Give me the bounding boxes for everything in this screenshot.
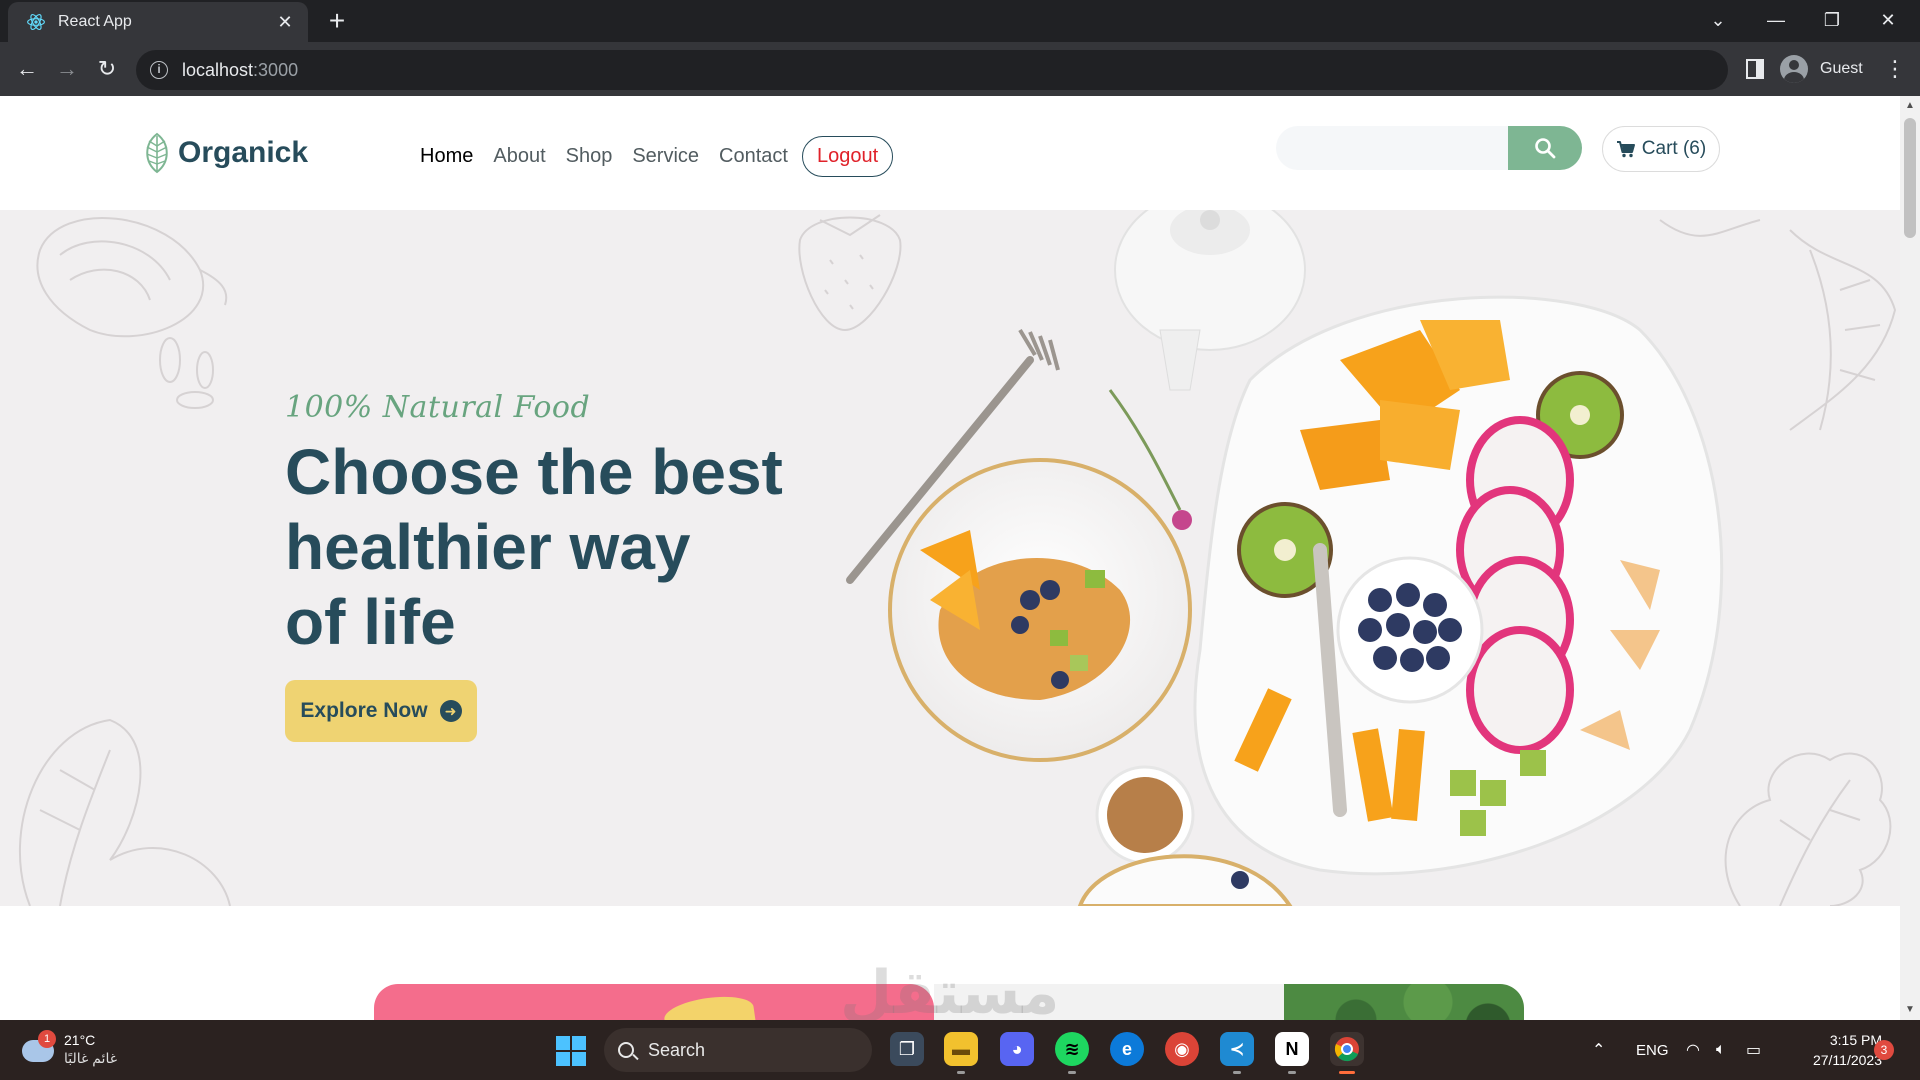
search-bar	[1276, 126, 1582, 170]
clock-time: 3:15 PM	[1829, 1032, 1882, 1048]
page-scrollbar[interactable]: ▲ ▼	[1900, 96, 1920, 1020]
main-nav: Home About Shop Service Contact Logout	[420, 136, 913, 177]
windows-start-icon[interactable]	[556, 1036, 586, 1066]
banana-image	[662, 991, 756, 1020]
chrome-profile-icon[interactable]: ◉	[1165, 1032, 1199, 1066]
explore-now-button[interactable]: Explore Now ➜	[285, 680, 477, 742]
headline-line-2: healthier way	[285, 511, 691, 583]
brand-logo[interactable]: Organick	[142, 132, 308, 174]
close-tab-icon[interactable]: ✕	[274, 12, 296, 33]
cart-label: Cart (6)	[1641, 138, 1707, 159]
minimize-button[interactable]: —	[1748, 0, 1804, 42]
search-icon	[1535, 138, 1556, 159]
search-input[interactable]	[1276, 126, 1508, 170]
restore-button[interactable]: ❐	[1804, 0, 1860, 42]
nav-shop[interactable]: Shop	[566, 145, 613, 168]
profile-button[interactable]: Guest	[1780, 52, 1863, 86]
weather-temp: 21°C	[64, 1032, 96, 1048]
tray-overflow-icon[interactable]: ⌃	[1592, 1020, 1605, 1080]
back-icon[interactable]: ←	[12, 54, 42, 84]
headline-line-1: Choose the best	[285, 436, 783, 508]
taskbar-search[interactable]: Search	[604, 1028, 872, 1072]
system-clock[interactable]: 3:15 PM 27/11/2023	[1782, 1030, 1882, 1070]
taskbar-search-label: Search	[648, 1039, 706, 1060]
logout-button[interactable]: Logout	[801, 136, 894, 177]
browser-tab-strip: React App ✕ + ⌄ — ❐ ✕	[0, 0, 1920, 42]
url-port: :3000	[253, 59, 299, 80]
tab-title: React App	[58, 13, 132, 30]
scroll-down-icon[interactable]: ▼	[1900, 1002, 1920, 1018]
search-icon	[618, 1042, 634, 1058]
spotify-icon[interactable]: ≋	[1055, 1032, 1089, 1074]
nav-home[interactable]: Home	[420, 145, 473, 168]
explore-now-label: Explore Now	[300, 699, 428, 722]
new-tab-button[interactable]: +	[322, 6, 352, 36]
react-icon	[27, 14, 45, 30]
volume-icon[interactable]: 🔈︎	[1716, 1020, 1726, 1080]
profile-name: Guest	[1820, 60, 1863, 77]
site-info-icon[interactable]: i	[150, 61, 168, 79]
file-explorer-icon[interactable]: ▬	[944, 1032, 978, 1074]
page-viewport: Organick Home About Shop Service Contact…	[0, 96, 1900, 1020]
weather-badge: 1	[38, 1030, 56, 1048]
onion-doodle-icon	[36, 216, 228, 409]
task-view-icon[interactable]: ❐	[890, 1032, 924, 1066]
windows-taskbar: 1 21°C غائم غالبًا Search ❐ ▬ ◕ ≋ e ◉ ≺ …	[0, 1020, 1920, 1080]
arrow-right-icon: ➜	[439, 700, 462, 722]
site-header: Organick Home About Shop Service Contact…	[0, 96, 1900, 210]
weather-widget[interactable]: 1 21°C غائم غالبًا	[22, 1028, 142, 1072]
notion-icon[interactable]: N	[1275, 1032, 1309, 1074]
hero-food-image	[846, 210, 1724, 906]
address-bar[interactable]: i localhost:3000	[136, 50, 1728, 90]
browser-menu-icon[interactable]: ⋮	[1884, 54, 1906, 84]
watermark-text: مستقل	[840, 958, 1060, 1020]
browser-toolbar: ← → ↻ i localhost:3000 Guest ⋮	[0, 42, 1920, 96]
reload-icon[interactable]: ↻	[92, 54, 122, 84]
scrollbar-thumb[interactable]	[1904, 118, 1916, 238]
leaf-doodle-icon	[18, 718, 231, 906]
hero-section: 100% Natural Food Choose the best health…	[0, 210, 1900, 906]
forward-icon[interactable]: →	[52, 54, 82, 84]
search-button[interactable]	[1508, 126, 1582, 170]
url-host: localhost	[182, 59, 254, 80]
hero-headline: Choose the best healthier way of life	[285, 435, 805, 660]
edge-icon[interactable]: e	[1110, 1032, 1144, 1066]
chrome-logo-icon	[1334, 1037, 1359, 1062]
brand-name: Organick	[178, 136, 309, 169]
nav-service[interactable]: Service	[632, 145, 699, 168]
nav-about[interactable]: About	[493, 145, 545, 168]
vegetables-image	[1284, 984, 1524, 1020]
headline-line-3: of life	[285, 586, 456, 658]
vscode-icon[interactable]: ≺	[1220, 1032, 1254, 1074]
scroll-up-icon[interactable]: ▲	[1900, 98, 1920, 114]
tab-search-icon[interactable]: ⌄	[1690, 0, 1746, 42]
close-window-button[interactable]: ✕	[1860, 0, 1916, 42]
hero-tagline: 100% Natural Food	[285, 390, 591, 425]
battery-icon[interactable]: ▭	[1746, 1020, 1761, 1080]
nav-contact[interactable]: Contact	[719, 145, 788, 168]
leaf-logo-icon	[146, 132, 168, 174]
hero-copy: 100% Natural Food Choose the best health…	[285, 390, 805, 742]
notification-badge[interactable]: 3	[1874, 1040, 1894, 1060]
side-panel-icon[interactable]	[1746, 59, 1764, 79]
wifi-icon[interactable]: ◠	[1686, 1020, 1700, 1080]
cart-icon	[1616, 141, 1635, 158]
discord-icon[interactable]: ◕	[1000, 1032, 1034, 1066]
avatar-icon	[1780, 55, 1808, 83]
language-indicator[interactable]: ENG	[1636, 1020, 1669, 1080]
clock-date: 27/11/2023	[1812, 1052, 1882, 1068]
cart-button[interactable]: Cart (6)	[1602, 126, 1720, 172]
browser-tab[interactable]: React App ✕	[8, 2, 308, 42]
weather-condition: غائم غالبًا	[64, 1050, 118, 1066]
chrome-icon[interactable]	[1330, 1032, 1364, 1074]
